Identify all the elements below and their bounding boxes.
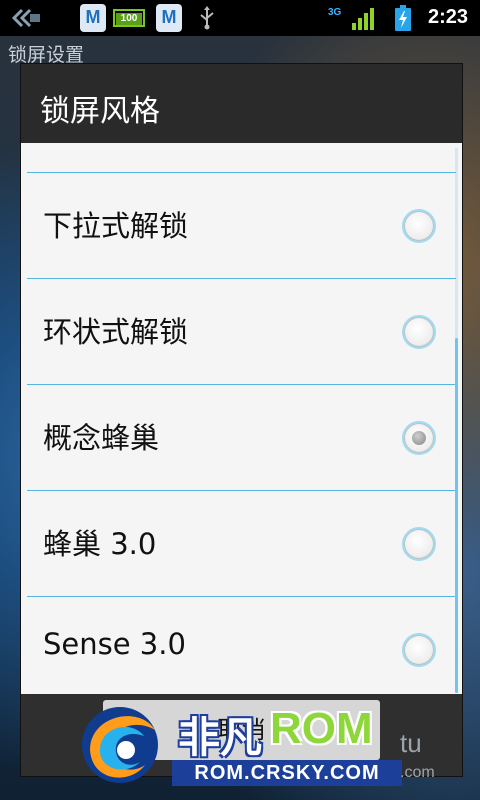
battery-charging-icon bbox=[395, 5, 411, 31]
radio-button[interactable] bbox=[402, 315, 436, 349]
option-row-ring-unlock[interactable]: 环状式解锁 bbox=[21, 279, 462, 385]
m-app-icon: M bbox=[156, 4, 182, 32]
option-label: 概念蜂巢 bbox=[43, 421, 160, 455]
radio-button[interactable] bbox=[402, 633, 436, 667]
watermark-suffix: tu bbox=[400, 728, 422, 758]
background-page-title: 锁屏设置 bbox=[8, 44, 85, 66]
radio-button-selected[interactable] bbox=[402, 421, 436, 455]
option-row-concept-honeycomb[interactable]: 概念蜂巢 bbox=[21, 385, 462, 491]
options-list[interactable]: 下拉式解锁 环状式解锁 概念蜂巢 蜂巢 3.0 Sense 3.0 bbox=[21, 143, 462, 694]
option-label: 环状式解锁 bbox=[43, 315, 189, 349]
watermark-brand: 非凡 bbox=[178, 713, 263, 762]
crsky-logo-icon bbox=[82, 707, 158, 783]
watermark-url: ROM.CRSKY.COM bbox=[172, 760, 402, 786]
watermark-suffix-2: .com bbox=[400, 764, 435, 781]
scrollbar-thumb[interactable] bbox=[455, 338, 458, 693]
watermark: 非凡 ROM ROM.CRSKY.COM tu .com bbox=[70, 690, 450, 800]
dialog-title: 锁屏风格 bbox=[40, 94, 160, 129]
dialog-header: 锁屏风格 bbox=[21, 64, 462, 144]
back-arrow-icon[interactable] bbox=[12, 8, 42, 28]
option-label: Sense 3.0 bbox=[43, 627, 186, 661]
radio-button[interactable] bbox=[402, 209, 436, 243]
radio-selected-dot bbox=[412, 431, 426, 445]
watermark-rom: ROM bbox=[270, 704, 373, 753]
option-label: 下拉式解锁 bbox=[43, 209, 189, 243]
lock-style-dialog: 锁屏风格 下拉式解锁 环状式解锁 概念蜂巢 蜂巢 3.0 Sense 3.0 取… bbox=[21, 64, 462, 776]
clock: 2:23 bbox=[428, 6, 469, 28]
signal-icon bbox=[352, 8, 374, 30]
option-label: 蜂巢 3.0 bbox=[43, 527, 157, 561]
battery-100-icon: 100 bbox=[113, 9, 145, 27]
radio-button[interactable] bbox=[402, 527, 436, 561]
m-app-icon: M bbox=[80, 4, 106, 32]
option-row-honeycomb-3[interactable]: 蜂巢 3.0 bbox=[21, 491, 462, 597]
network-type-label: 3G bbox=[328, 7, 342, 18]
option-row-pull-down-unlock[interactable]: 下拉式解锁 bbox=[21, 173, 462, 279]
status-bar: M 100 M 3G 2:23 bbox=[0, 0, 480, 36]
option-row-sense-3[interactable]: Sense 3.0 bbox=[21, 597, 462, 694]
usb-icon bbox=[200, 6, 214, 30]
